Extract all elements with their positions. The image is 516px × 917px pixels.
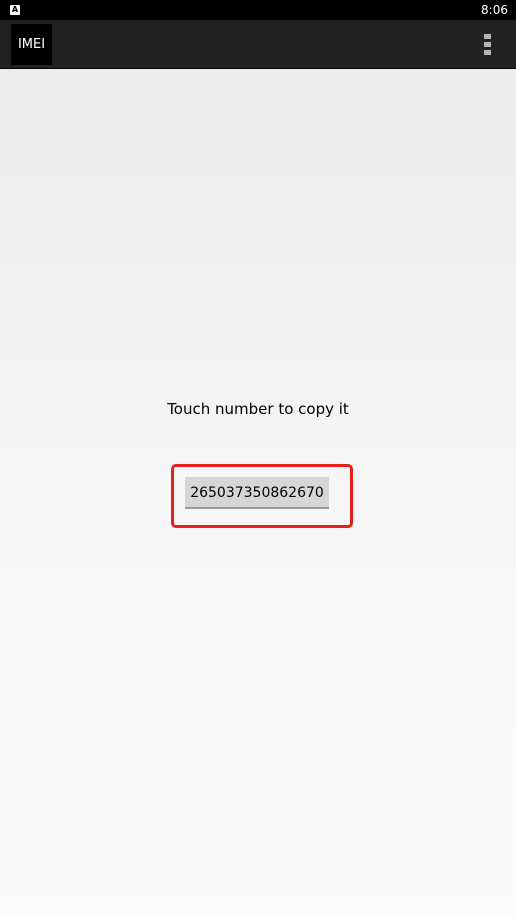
instruction-text: Touch number to copy it: [167, 400, 349, 418]
overflow-dot: [484, 34, 491, 39]
screen: A 8:06 IMEI Touch number to copy it 2650…: [0, 0, 516, 917]
overflow-dot: [484, 42, 491, 47]
imei-number-button[interactable]: 265037350862670: [185, 477, 329, 509]
notification-icon: A: [10, 5, 20, 15]
status-time: 8:06: [481, 3, 508, 17]
status-bar: A 8:06: [0, 0, 516, 20]
action-bar: IMEI: [0, 20, 516, 69]
overflow-menu-icon[interactable]: [478, 34, 498, 56]
app-icon[interactable]: IMEI: [11, 24, 52, 65]
overflow-dot: [484, 50, 491, 55]
